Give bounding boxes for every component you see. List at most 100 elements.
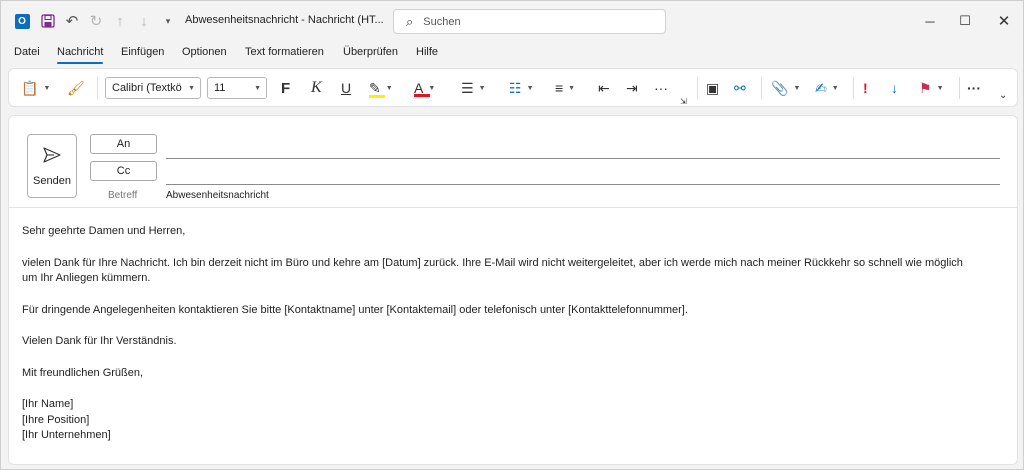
body-paragraph-1-line-1: vielen Dank für Ihre Nachricht. Ich bin … xyxy=(22,256,963,269)
highlight-button[interactable]: ✎ ▼ xyxy=(369,78,393,98)
minimize-button[interactable]: ─ xyxy=(910,9,950,33)
paperclip-icon: 📎 xyxy=(771,79,789,96)
dialog-launcher-button[interactable]: ⇲ xyxy=(680,91,687,111)
chevron-down-icon: ▼ xyxy=(793,84,801,92)
bold-button[interactable]: F xyxy=(281,78,290,98)
dialog-launcher-icon: ⇲ xyxy=(680,96,687,106)
font-size-value: 11 xyxy=(214,82,226,94)
next-item-icon[interactable]: ↓ xyxy=(134,11,154,31)
header-divider xyxy=(9,207,1017,208)
low-importance-button[interactable]: ↓ xyxy=(891,78,898,98)
send-icon xyxy=(42,146,62,169)
highlighter-icon: ✎ xyxy=(369,80,385,98)
ribbon-separator xyxy=(761,77,762,99)
ribbon-separator xyxy=(853,77,854,99)
arrow-down-icon: ↓ xyxy=(891,80,898,96)
numbered-list-icon: ☷ xyxy=(509,79,522,96)
expand-ribbon-button[interactable]: ⌄ xyxy=(999,85,1007,105)
cc-button[interactable]: Cc xyxy=(90,161,157,181)
chevron-down-icon: ▼ xyxy=(188,84,195,92)
redo-icon[interactable]: ↻ xyxy=(86,11,106,31)
ribbon-separator xyxy=(697,77,698,99)
cc-field[interactable] xyxy=(166,184,1000,185)
chevron-down-icon: ▼ xyxy=(478,84,486,92)
check-names-icon: ⚯ xyxy=(734,79,746,96)
underline-button[interactable]: U xyxy=(341,78,351,98)
attach-file-button[interactable]: 📎 ▼ xyxy=(771,78,800,98)
flag-icon: ⚑ xyxy=(919,79,932,96)
ribbon-separator xyxy=(97,77,98,99)
clipboard-icon: 📋 xyxy=(21,79,39,96)
decrease-indent-icon: ⇤ xyxy=(598,79,610,96)
more-icon: ··· xyxy=(967,80,981,96)
chevron-down-icon: ▼ xyxy=(526,84,534,92)
more-format-button[interactable]: ··· xyxy=(654,78,668,98)
customize-quick-access-icon[interactable]: ▾ xyxy=(158,11,178,31)
font-name-value: Calibri (Textkö xyxy=(112,82,182,94)
more-commands-button[interactable]: ··· xyxy=(967,78,981,98)
menu-optionen[interactable]: Optionen xyxy=(182,46,227,58)
chevron-down-icon: ⌄ xyxy=(999,89,1008,101)
menu-text-formatieren[interactable]: Text formatieren xyxy=(245,46,324,58)
increase-indent-button[interactable]: ⇥ xyxy=(626,78,638,98)
paste-button[interactable]: 📋 ▼ xyxy=(21,78,50,98)
menu-nachricht[interactable]: Nachricht xyxy=(57,46,104,64)
format-painter-icon: 🖌 xyxy=(67,79,85,96)
previous-item-icon[interactable]: ↑ xyxy=(110,11,130,31)
high-importance-button[interactable]: ! xyxy=(863,78,868,98)
menu-ueberpruefen[interactable]: Überprüfen xyxy=(343,46,398,58)
maximize-button[interactable]: ☐ xyxy=(945,9,985,33)
send-label: Senden xyxy=(33,174,71,187)
chevron-down-icon: ▼ xyxy=(254,84,261,92)
search-placeholder: Suchen xyxy=(423,15,461,28)
chevron-down-icon: ▼ xyxy=(936,84,944,92)
font-color-button[interactable]: A ▼ xyxy=(414,78,435,98)
subject-field[interactable]: Abwesenheitsnachricht xyxy=(166,190,269,201)
follow-up-button[interactable]: ⚑ ▼ xyxy=(919,78,944,98)
menu-einfuegen[interactable]: Einfügen xyxy=(121,46,164,58)
close-button[interactable]: ✕ xyxy=(984,9,1024,33)
menu-bar: Datei Nachricht Einfügen Optionen Text f… xyxy=(1,43,1023,65)
align-icon: ≡ xyxy=(555,80,564,96)
chevron-down-icon: ▼ xyxy=(831,84,839,92)
format-painter-button[interactable]: 🖌 xyxy=(67,78,85,98)
to-field[interactable] xyxy=(166,158,1000,159)
menu-hilfe[interactable]: Hilfe xyxy=(416,46,438,58)
search-icon: ⌕ xyxy=(406,13,414,29)
signature-button[interactable]: ✍ ▼ xyxy=(815,78,839,98)
signature-icon: ✍ xyxy=(815,79,827,96)
numbering-button[interactable]: ☷ ▼ xyxy=(509,78,534,98)
window-title: Abwesenheitsnachricht - Nachricht (HT... xyxy=(185,14,384,26)
chevron-down-icon: ▼ xyxy=(385,84,393,92)
to-button[interactable]: An xyxy=(90,134,157,154)
bullets-button[interactable]: ☰ ▼ xyxy=(461,78,486,98)
check-names-button[interactable]: ⚯ xyxy=(734,78,746,98)
increase-indent-icon: ⇥ xyxy=(626,79,638,96)
body-closing: Mit freundlichen Grüßen, xyxy=(22,366,144,379)
address-book-button[interactable]: ▣ xyxy=(706,78,719,98)
address-book-icon: ▣ xyxy=(706,79,720,96)
body-paragraph-2: Für dringende Angelegenheiten kontaktier… xyxy=(22,303,688,316)
message-body[interactable]: Sehr geehrte Damen und Herren, vielen Da… xyxy=(22,224,1007,444)
font-name-select[interactable]: Calibri (Textkö ▼ xyxy=(105,77,201,99)
chevron-down-icon: ▼ xyxy=(428,84,436,92)
signature-company: [Ihr Unternehmen] xyxy=(22,429,111,441)
outlook-compose-window: O ↶ ↻ ↑ ↓ ▾ Abwesenheitsnachricht - Nach… xyxy=(0,0,1024,470)
send-button[interactable]: Senden xyxy=(27,134,77,198)
align-button[interactable]: ≡ ▼ xyxy=(555,78,575,98)
save-icon[interactable] xyxy=(38,11,58,31)
search-box[interactable]: ⌕ Suchen xyxy=(393,9,666,34)
font-color-icon: A xyxy=(414,80,430,97)
font-size-select[interactable]: 11 ▼ xyxy=(207,77,267,99)
chevron-down-icon: ▼ xyxy=(43,84,51,92)
outlook-logo-icon: O xyxy=(12,11,35,31)
ribbon-toolbar: 📋 ▼ 🖌 Calibri (Textkö ▼ 11 ▼ F K U ✎ ▼ A ▼ … xyxy=(8,68,1018,107)
undo-icon[interactable]: ↶ xyxy=(62,11,82,31)
signature-position: [Ihre Position] xyxy=(22,413,90,426)
body-paragraph-1-line-2: um Ihr Anliegen kümmern. xyxy=(22,272,151,284)
compose-area: Senden An Cc Betreff Abwesenheitsnachric… xyxy=(8,115,1018,465)
italic-button[interactable]: K xyxy=(311,78,322,98)
menu-datei[interactable]: Datei xyxy=(14,46,40,58)
decrease-indent-button[interactable]: ⇤ xyxy=(598,78,610,98)
body-paragraph-3: Vielen Dank für Ihr Verständnis. xyxy=(22,335,177,347)
